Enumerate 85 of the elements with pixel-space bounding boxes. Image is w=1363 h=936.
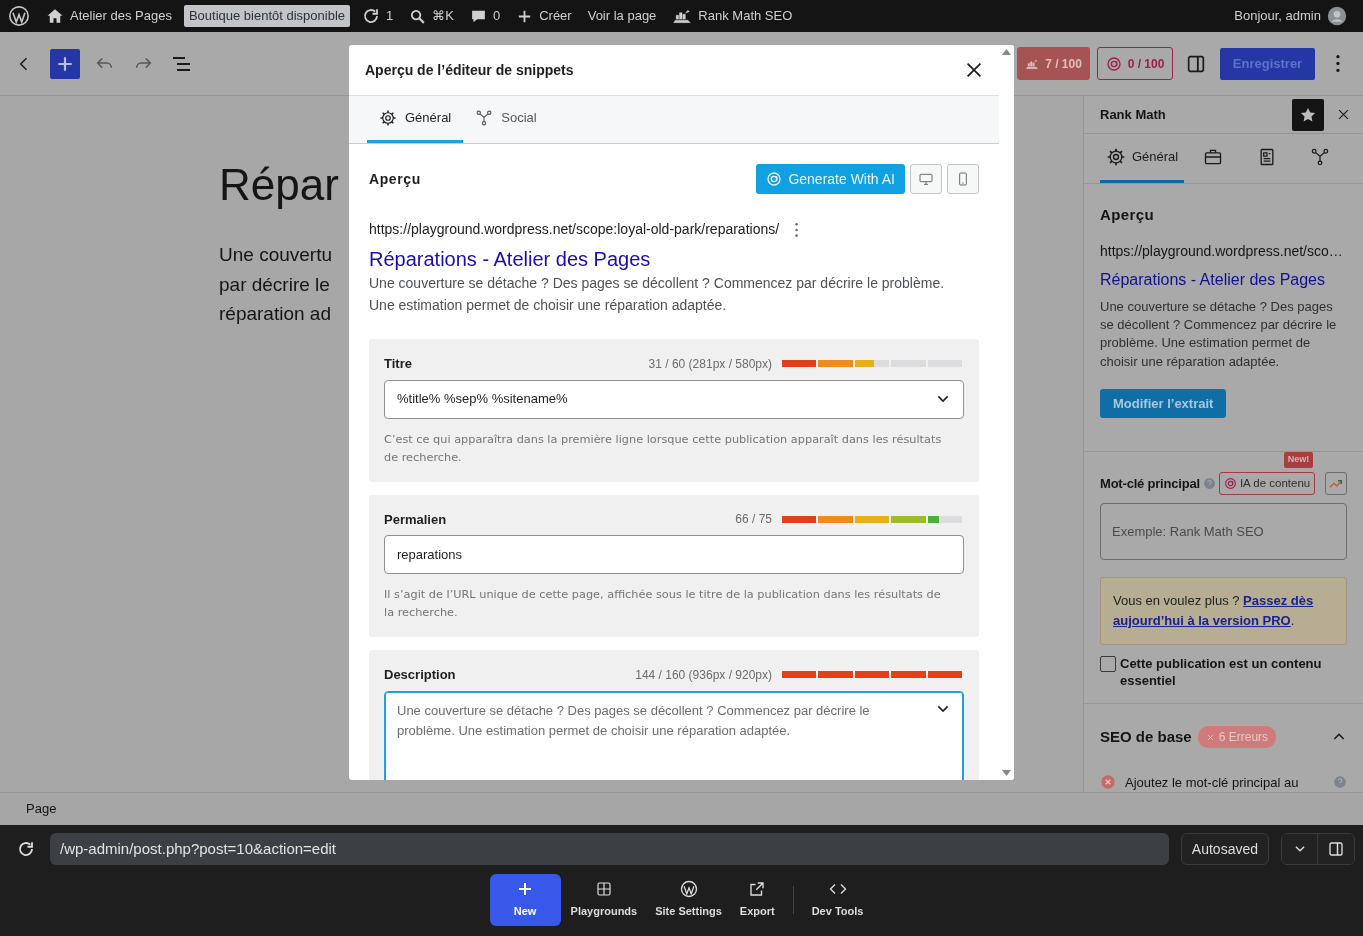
desktop-icon	[918, 171, 934, 187]
description-field[interactable]: Une couverture se détache ? Des pages se décollent ? Commencez par décrire le problème. Une estimation permet de choisir une réparation adaptée.	[384, 690, 964, 780]
autosaved-button[interactable]: Autosaved	[1180, 833, 1269, 865]
view-page-link[interactable]: Voir la page	[579, 0, 665, 32]
paragraph-line: par décrire le	[219, 272, 330, 297]
gear-icon	[1105, 146, 1126, 167]
search-link[interactable]: ⌘K	[401, 0, 462, 32]
help-text: Il s’agit de l’URL unique de cette page, affichée sous le titre de la publication dans les résultats de la recherche.	[384, 587, 942, 621]
create-link[interactable]: Créer	[508, 0, 580, 32]
field-label: Description	[384, 666, 456, 684]
dialog-tab[interactable]: Social	[463, 95, 549, 143]
ai-icon	[1223, 477, 1237, 490]
dialog-tab[interactable]: Général	[367, 95, 464, 143]
account-link[interactable]: Bonjour, admin	[1226, 0, 1355, 32]
breadcrumb[interactable]: Page	[26, 799, 57, 819]
help-text: C’est ce qui apparaîtra dans la première ligne lorsque cette publication apparaît dans les résultats de recherche.	[384, 431, 943, 466]
ai-icon	[1105, 55, 1122, 72]
preview-title-link[interactable]: Réparations - Atelier des Pages	[369, 246, 979, 272]
mobile-preview-button[interactable]	[947, 164, 979, 194]
toolbar-button[interactable]: New	[489, 874, 561, 926]
keyword-label: Mot-clé principal	[1100, 474, 1200, 493]
preview-description: Une couverture se détache ? Des pages se décollent ? Commencez par décrire le problème. Une estimation permet de choisir une réparation adaptée.	[1100, 297, 1338, 371]
home-icon	[46, 7, 64, 25]
section-heading: SEO de base	[1100, 727, 1192, 747]
error-badge: 6 Erreurs	[1197, 726, 1277, 749]
checkbox-label: Cette publication est un contenu essentiel	[1120, 655, 1323, 689]
permalink-field[interactable]: reparations	[384, 535, 964, 574]
toolbar-button[interactable]: Site Settings	[647, 874, 730, 926]
checkbox[interactable]	[1100, 656, 1116, 672]
length-counter: 66 / 75	[735, 511, 772, 529]
gear-icon	[379, 108, 397, 127]
toolbar-button[interactable]: Export	[731, 874, 783, 926]
panel-icon	[1327, 840, 1345, 858]
length-counter: 31 / 60 (281px / 580px)	[648, 355, 772, 373]
new-badge: New!	[1283, 452, 1314, 468]
page-title: Répar	[219, 159, 339, 211]
upgrade-text: Vous en voulez plus ? Passez dès aujourd’hui à la version PRO.	[1113, 592, 1315, 630]
logo-icon	[8, 5, 30, 27]
toolbar-button[interactable]: Playgrounds	[562, 874, 646, 926]
share-icon	[475, 108, 494, 127]
add-block-button[interactable]	[50, 48, 80, 79]
panel-button[interactable]	[1318, 834, 1354, 864]
field-label: Titre	[384, 355, 412, 373]
site-link[interactable]: Atelier des Pages	[38, 0, 180, 32]
error-icon	[1100, 774, 1116, 791]
section-heading: Aperçu	[369, 169, 421, 189]
keyword-field[interactable]: Exemple: Rank Math SEO	[1100, 503, 1347, 560]
kebab-icon	[795, 222, 799, 237]
toolbar-button[interactable]: Dev Tools	[803, 874, 872, 926]
refresh-icon	[362, 7, 381, 25]
title-field[interactable]: %title% %sep% %sitename%	[384, 379, 964, 419]
sidebar-title: Rank Math	[1100, 105, 1166, 124]
kebab-icon	[1336, 55, 1340, 72]
grid-icon	[594, 880, 613, 899]
scroll-up-icon[interactable]	[1002, 49, 1011, 55]
pin-button[interactable]	[1292, 98, 1324, 131]
ai-icon	[766, 171, 783, 187]
help-icon	[1202, 477, 1216, 490]
x-icon	[1205, 732, 1215, 742]
status-badge: Boutique bientôt disponible	[183, 5, 351, 27]
scroll-down-icon[interactable]	[1002, 770, 1011, 776]
field-label: Permalien	[384, 510, 447, 529]
desktop-preview-button[interactable]	[910, 164, 942, 194]
search-icon	[409, 7, 427, 25]
section-heading: Aperçu	[1100, 205, 1156, 226]
logo-icon	[679, 880, 698, 899]
length-counter: 144 / 160 (936px / 920px)	[635, 666, 772, 684]
preview-url: https://playground.wordpress.net/sco…	[1100, 241, 1344, 261]
comments-link[interactable]: 0	[461, 0, 509, 32]
sidebar-tab[interactable]: Général	[1100, 133, 1184, 184]
paragraph-line: réparation ad	[219, 302, 331, 326]
share-icon	[1310, 146, 1331, 167]
refresh-icon	[17, 840, 35, 858]
preview-title-link[interactable]: Réparations - Atelier des Pages	[1100, 267, 1347, 292]
paragraph-line: Une couvertu	[219, 243, 332, 267]
content-ai-button[interactable]: IA de contenu	[1218, 472, 1316, 495]
url-field[interactable]: /wp-admin/post.php?post=10&action=edit	[50, 833, 1169, 865]
updates-link[interactable]: 1	[354, 0, 402, 32]
plugin-link[interactable]: Rank Math SEO	[664, 0, 801, 32]
export-icon	[748, 880, 767, 899]
preview-description: Une couverture se détache ? Des pages se décollent ? Commencez par décrire le problème. Une estimation permet de choisir une réparation adaptée.	[369, 274, 946, 315]
check-item: Ajoutez le mot-clé principal au	[1125, 773, 1299, 792]
dialog-title: Aperçu de l’éditeur de snippets	[365, 60, 574, 80]
preview-url: https://playground.wordpress.net/scope:loyal-old-park/reparations/	[369, 220, 780, 239]
avatar-icon	[1327, 6, 1347, 26]
